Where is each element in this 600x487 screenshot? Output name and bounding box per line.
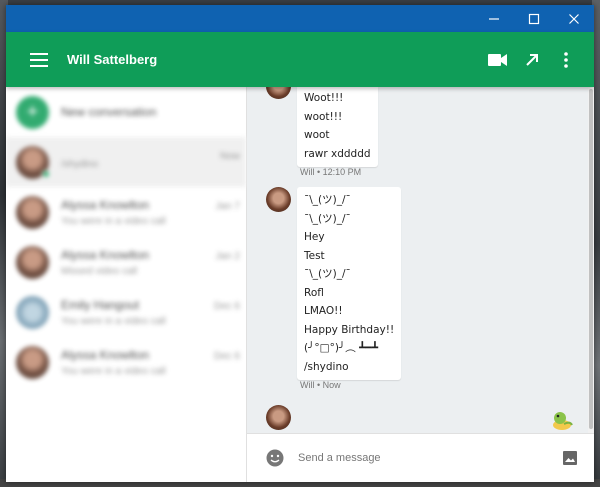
maximize-icon <box>528 13 540 24</box>
avatar <box>16 195 49 229</box>
minimize-icon <box>489 17 499 20</box>
message-line: Test <box>304 249 325 262</box>
conversation-snippet: You were in a video call <box>61 365 166 377</box>
minimize-button[interactable] <box>474 5 514 32</box>
blurred-list: + New conversation /shydino Now Alyssa K… <box>6 87 246 387</box>
message-line: ¯\_(ツ)_/¯ <box>304 194 351 206</box>
conversation-time: Dec 6 <box>213 351 240 362</box>
conversation-snippet: You were in a video call <box>61 315 166 327</box>
message-line: rawr xddddd <box>304 147 371 160</box>
message-line: ¯\_(ツ)_/¯ <box>304 212 351 225</box>
hangouts-window: Will Sattelberg + New conversation /shyd… <box>6 5 594 482</box>
close-icon <box>569 13 579 24</box>
message-line: /shydino <box>304 360 349 373</box>
video-call-button[interactable] <box>482 44 514 76</box>
menu-button[interactable] <box>24 45 54 75</box>
conversation-name: Alyssa Knowlton <box>61 347 150 362</box>
popout-button[interactable] <box>516 44 548 76</box>
conversation-item-0[interactable]: /shydino Now <box>6 137 246 187</box>
image-icon <box>563 451 577 465</box>
message-line: (╯°□°)╯︵ ┻━┻ <box>304 342 379 354</box>
message-line: Rofl <box>304 286 324 299</box>
add-icon: + <box>16 95 49 129</box>
maximize-button[interactable] <box>514 5 554 32</box>
message-scrollbar[interactable] <box>588 87 594 433</box>
message-line: woot!!! <box>304 110 343 123</box>
emoji-button[interactable] <box>263 446 287 470</box>
sender-avatar <box>266 187 291 212</box>
attach-image-button[interactable] <box>558 446 582 470</box>
emoji-icon <box>266 449 284 467</box>
new-conversation-item[interactable]: + New conversation <box>6 87 246 137</box>
message-meta: Will • 12:10 PM <box>300 167 362 177</box>
app-bar: Will Sattelberg <box>6 32 594 87</box>
message-line: LMAO!! <box>304 305 343 317</box>
conversation-time: Jan 2 <box>215 251 240 262</box>
conversation-time: Jan 7 <box>215 201 240 212</box>
message-line: woot <box>304 129 330 141</box>
main-body: + New conversation /shydino Now Alyssa K… <box>6 87 594 482</box>
message-line: ¯\_(ツ)_/¯ <box>304 268 351 280</box>
message-bubble-2: ¯\_(ツ)_/¯ ¯\_(ツ)_/¯ Hey Test ¯\_(ツ)_/¯ R… <box>297 187 402 380</box>
shydino-sticker-icon <box>553 412 573 430</box>
conversation-snippet: Missed video call <box>61 265 138 277</box>
conversation-item-4[interactable]: Alyssa Knowlton You were in a video call… <box>6 337 246 387</box>
open-external-icon <box>526 53 538 66</box>
conversation-item-2[interactable]: Alyssa Knowlton Missed video call Jan 2 <box>6 237 246 287</box>
message-list[interactable]: Woot!!! woot!!! woot rawr xddddd Will • … <box>247 87 588 433</box>
avatar <box>16 345 49 379</box>
more-options-button[interactable] <box>550 44 582 76</box>
message-line: Woot!!! <box>304 92 344 104</box>
conversation-snippet: /shydino <box>61 158 99 170</box>
avatar <box>16 245 49 279</box>
video-call-icon <box>488 53 507 66</box>
message-input[interactable] <box>298 452 558 464</box>
conversation-item-1[interactable]: Alyssa Knowlton You were in a video call… <box>6 187 246 237</box>
conversation-snippet: You were in a video call <box>61 215 166 227</box>
message-composer <box>247 433 594 482</box>
message-bubble-1: Woot!!! woot!!! woot rawr xddddd <box>297 87 378 167</box>
hamburger-icon <box>30 52 48 67</box>
close-button[interactable] <box>554 5 594 32</box>
chat-pane: Woot!!! woot!!! woot rawr xddddd Will • … <box>247 87 594 482</box>
message-line: Hey <box>304 231 325 243</box>
conversation-name: Alyssa Knowlton <box>61 247 150 262</box>
scrollbar-thumb[interactable] <box>589 89 593 429</box>
conversation-name: Alyssa Knowlton <box>61 197 150 212</box>
online-status-dot <box>42 170 50 178</box>
conversation-item-3[interactable]: Emily Hangout You were in a video call D… <box>6 287 246 337</box>
conversation-title: Will Sattelberg <box>67 52 158 67</box>
sender-avatar <box>266 405 291 430</box>
conversation-time: Now <box>219 151 240 162</box>
conversation-list: + New conversation /shydino Now Alyssa K… <box>6 87 247 482</box>
avatar <box>16 295 49 329</box>
window-titlebar <box>6 5 594 32</box>
new-conversation-label: New conversation <box>61 105 157 119</box>
conversation-time: Dec 6 <box>213 301 240 312</box>
more-vert-icon <box>564 51 568 68</box>
message-meta: Will • Now <box>300 380 341 390</box>
sender-avatar <box>266 87 291 99</box>
message-line: Happy Birthday!! <box>304 323 395 336</box>
conversation-name: Emily Hangout <box>61 297 140 312</box>
